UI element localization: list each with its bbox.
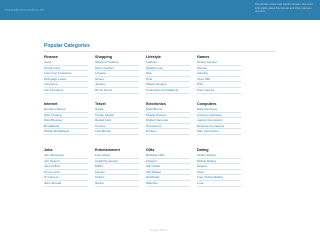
category-column: Lifestyle Fashion Weight Loss Spa Pets Plasti… <box>146 54 190 94</box>
category-column: Dating Online Dating Mobile Dating Singles C… <box>197 147 241 187</box>
domain-notice: The domain owner may sell this domain. G… <box>255 3 313 14</box>
category-link[interactable]: Cosmetics and Makeup <box>146 88 190 94</box>
category-link[interactable]: Mobile Broadband <box>44 129 88 135</box>
category-link[interactable]: Home Decor <box>95 88 139 94</box>
section-divider <box>44 51 276 52</box>
category-column: Electronics DVD Burner Mobile Phones Digita… <box>146 101 190 135</box>
category-link[interactable]: Free Games <box>197 88 241 94</box>
category-link[interactable]: Mac Computers <box>197 129 241 135</box>
category-column: Travel Hotels Cheap Flights Rental Cars Crui… <box>95 101 139 135</box>
category-column: Computers Data Recovery Antivirus Software… <box>197 101 241 135</box>
category-column: Internet Domain Names Web Hosting Web Brows… <box>44 101 88 135</box>
category-column: Gifts Birthday Gifts Flowers Gift Cards Gift… <box>146 147 190 187</box>
category-link[interactable]: Love <box>197 181 241 187</box>
category-link[interactable]: Last Minute <box>95 129 139 135</box>
category-link[interactable]: Printers <box>146 129 190 135</box>
category-column: Entertainment Free Music Celebrity Gossip M… <box>95 147 139 187</box>
category-column: Shopping Womens Clothes Mens Clothes Linger… <box>95 54 139 94</box>
category-column: Jobs Job Vacancies Job Search Jobs Online Ho… <box>44 147 88 187</box>
section-title: Popular Categories <box>44 43 90 49</box>
category-link[interactable]: Sports <box>95 181 139 187</box>
domain-name[interactable]: thewebconnection.de <box>5 7 45 12</box>
footer-link[interactable]: Privacy Policy <box>150 228 167 232</box>
category-link[interactable]: Jobs Abroad <box>44 181 88 187</box>
category-link[interactable]: Car Insurance <box>44 88 88 94</box>
category-link[interactable]: Watches <box>146 181 190 187</box>
header-bar: thewebconnection.de The domain owner may… <box>0 0 320 20</box>
category-column: Games Online Games Games Gaming Xbox 360 PS3 F… <box>197 54 241 94</box>
category-column: Finance Gold Credit Card Low Cost Insurance… <box>44 54 88 94</box>
